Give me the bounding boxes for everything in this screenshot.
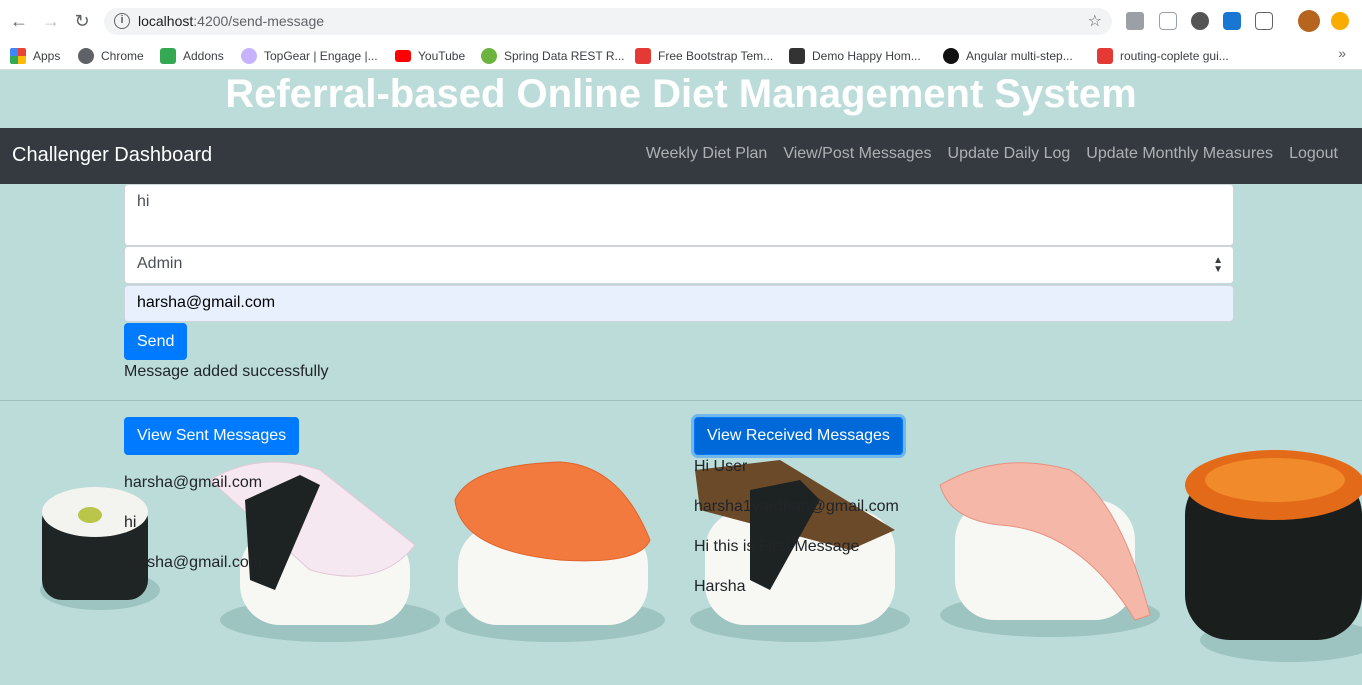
recipient-type-value: Admin bbox=[137, 255, 183, 272]
avatar[interactable] bbox=[1298, 10, 1320, 32]
shrimp-nigiri-image bbox=[939, 462, 1160, 637]
section-divider bbox=[0, 400, 1362, 401]
forward-icon[interactable]: → bbox=[40, 10, 62, 32]
bootstrap-s-icon bbox=[635, 48, 651, 64]
g-icon bbox=[943, 48, 959, 64]
extension-pocket-icon[interactable] bbox=[1159, 12, 1177, 30]
extension-c-icon[interactable] bbox=[1255, 12, 1273, 30]
received-message-sender: Harsha bbox=[694, 578, 746, 595]
navbar-brand[interactable]: Challenger Dashboard bbox=[12, 144, 212, 167]
bookmarks-bar: Apps Chrome Addons TopGear | Engage |...… bbox=[0, 42, 1362, 70]
extension-cube-icon[interactable] bbox=[1126, 12, 1144, 30]
message-textarea[interactable]: hi bbox=[124, 184, 1234, 246]
nav-view-post-messages[interactable]: View/Post Messages bbox=[783, 145, 931, 163]
more-bookmarks-icon[interactable]: » bbox=[1338, 45, 1346, 61]
reload-icon[interactable]: ↻ bbox=[71, 10, 93, 32]
back-icon[interactable]: ← bbox=[8, 10, 30, 32]
site-info-icon[interactable]: i bbox=[114, 13, 130, 29]
sent-message-from: harsha@gmail.com bbox=[124, 474, 263, 491]
spring-leaf-icon bbox=[481, 48, 497, 64]
bookmark-angular[interactable]: Angular multi-step... bbox=[943, 46, 1073, 66]
bookmark-routing[interactable]: routing-coplete gui... bbox=[1097, 46, 1229, 66]
maki-roll-image bbox=[40, 487, 160, 610]
extension-circle-icon[interactable] bbox=[1191, 12, 1209, 30]
received-message-greeting: Hi User bbox=[694, 458, 748, 475]
puzzle-icon bbox=[160, 48, 176, 64]
bookmark-youtube[interactable]: YouTube bbox=[395, 46, 465, 66]
nav-weekly-diet-plan[interactable]: Weekly Diet Plan bbox=[646, 145, 768, 163]
nav-update-daily-log[interactable]: Update Daily Log bbox=[948, 145, 1071, 163]
sent-message-to: harsha@gmail.com bbox=[124, 554, 263, 571]
email-input[interactable]: harsha@gmail.com bbox=[124, 285, 1234, 322]
w3-icon bbox=[789, 48, 805, 64]
bookmark-apps[interactable]: Apps bbox=[10, 46, 60, 66]
bookmark-chrome[interactable]: Chrome bbox=[78, 46, 144, 66]
url-text: localhost:4200/send-message bbox=[138, 13, 325, 29]
recipient-type-select[interactable]: Admin ▲ ▼ bbox=[124, 246, 1234, 284]
status-message: Message added successfully bbox=[124, 363, 329, 380]
bookmark-addons[interactable]: Addons bbox=[160, 46, 224, 66]
top-navbar: Challenger Dashboard Weekly Diet Plan Vi… bbox=[0, 128, 1362, 184]
apps-grid-icon bbox=[10, 48, 26, 64]
nav-update-monthly-measures[interactable]: Update Monthly Measures bbox=[1086, 145, 1273, 163]
view-sent-messages-button[interactable]: View Sent Messages bbox=[124, 417, 300, 455]
view-received-messages-button[interactable]: View Received Messages bbox=[694, 417, 903, 455]
nav-logout[interactable]: Logout bbox=[1289, 145, 1338, 163]
bookmark-spring[interactable]: Spring Data REST R... bbox=[481, 46, 625, 66]
address-bar[interactable]: i localhost:4200/send-message ☆ bbox=[104, 8, 1112, 35]
bookmark-star-icon[interactable]: ☆ bbox=[1088, 11, 1102, 31]
bookmark-topgear[interactable]: TopGear | Engage |... bbox=[241, 46, 378, 66]
roe-gunkan-image bbox=[1185, 450, 1362, 662]
youtube-icon bbox=[395, 50, 411, 62]
select-arrows-icon: ▲ ▼ bbox=[1213, 255, 1223, 275]
browser-toolbar: ← → ↻ i localhost:4200/send-message ☆ bbox=[0, 0, 1362, 42]
globe-icon bbox=[78, 48, 94, 64]
topgear-icon bbox=[241, 48, 257, 64]
received-message-text: Hi this is First Message bbox=[694, 538, 860, 555]
sent-message-text: hi bbox=[124, 514, 137, 531]
update-icon[interactable] bbox=[1331, 12, 1349, 30]
page-title: Referral-based Online Diet Management Sy… bbox=[225, 72, 1137, 116]
routing-icon bbox=[1097, 48, 1113, 64]
send-button[interactable]: Send bbox=[124, 323, 188, 360]
bookmark-w3[interactable]: Demo Happy Hom... bbox=[789, 46, 921, 66]
extension-blue-icon[interactable] bbox=[1223, 12, 1241, 30]
salmon-nigiri-image bbox=[445, 461, 665, 642]
received-message-from: harsha1vardhan@gmail.com bbox=[694, 498, 899, 515]
bookmark-bootstrap[interactable]: Free Bootstrap Tem... bbox=[635, 46, 773, 66]
